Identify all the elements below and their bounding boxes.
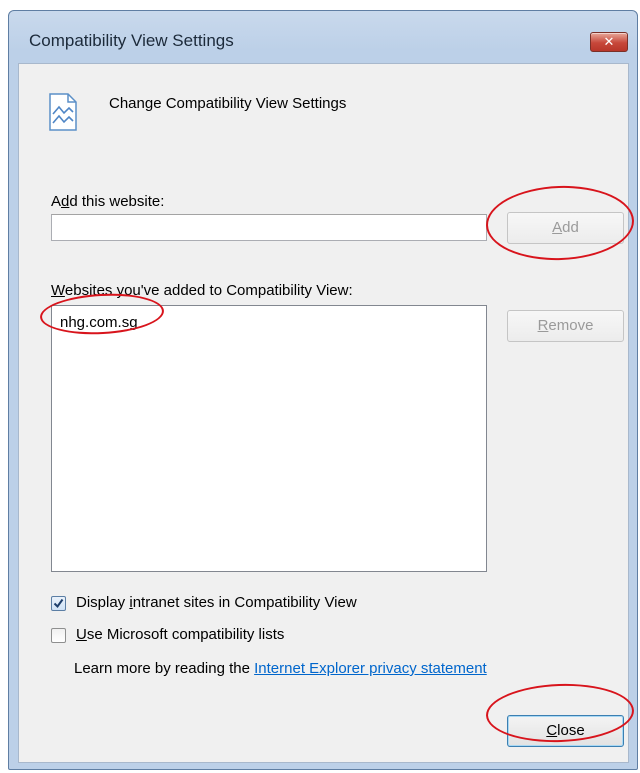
learn-more-text: Learn more by reading the Internet Explo…: [74, 660, 487, 677]
ms-lists-checkbox[interactable]: [51, 628, 66, 643]
close-button[interactable]: Close: [507, 715, 624, 747]
window-title: Compatibility View Settings: [29, 31, 234, 50]
dialog-window: Compatibility View Settings ✕ Change Com…: [8, 10, 638, 770]
websites-list-label: Websites you've added to Compatibility V…: [51, 282, 353, 299]
title-bar[interactable]: Compatibility View Settings ✕: [9, 11, 637, 63]
dialog-heading: Change Compatibility View Settings: [109, 95, 347, 112]
add-website-input[interactable]: [51, 214, 487, 241]
intranet-checkbox[interactable]: [51, 596, 66, 611]
window-close-icon[interactable]: ✕: [590, 32, 628, 52]
dialog-body: Change Compatibility View Settings Add t…: [18, 63, 629, 763]
add-button[interactable]: Add: [507, 212, 624, 244]
add-website-label: Add this website:: [51, 193, 165, 210]
remove-button[interactable]: Remove: [507, 310, 624, 342]
intranet-checkbox-label[interactable]: Display intranet sites in Compatibility …: [76, 594, 357, 611]
compatibility-view-icon: [49, 93, 77, 131]
privacy-statement-link[interactable]: Internet Explorer privacy statement: [254, 660, 487, 677]
websites-listbox[interactable]: nhg.com.sg: [51, 305, 487, 572]
checkmark-icon: [53, 598, 64, 609]
list-item[interactable]: nhg.com.sg: [60, 314, 138, 331]
ms-lists-checkbox-label[interactable]: Use Microsoft compatibility lists: [76, 626, 284, 643]
